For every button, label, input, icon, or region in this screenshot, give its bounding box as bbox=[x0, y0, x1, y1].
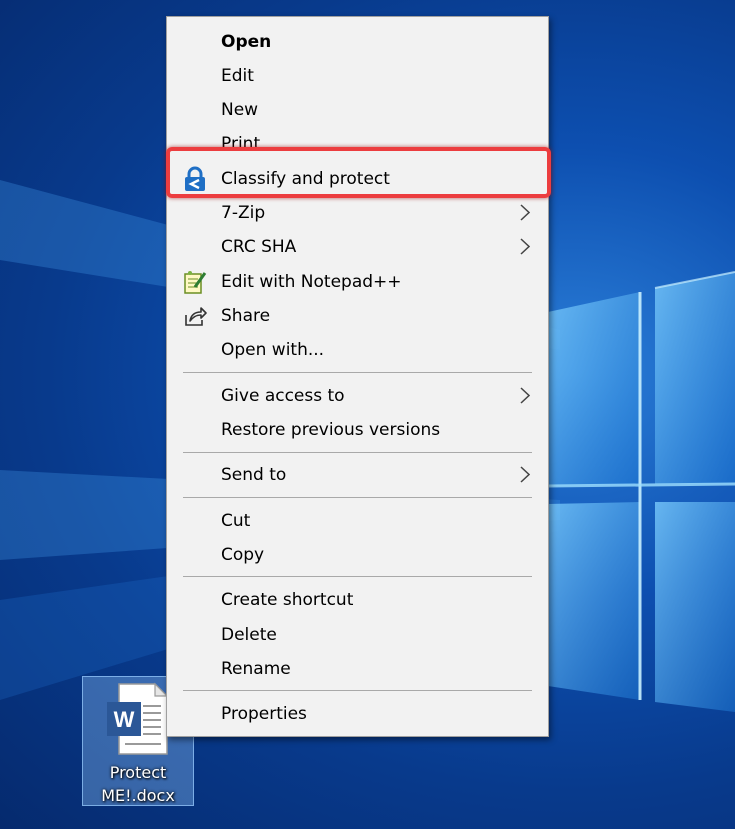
chevron-right-icon bbox=[520, 387, 531, 409]
menu-item-send-to[interactable]: Send to bbox=[169, 458, 546, 490]
menu-item-open[interactable]: Open bbox=[169, 25, 546, 57]
menu-item-label: Open with... bbox=[221, 340, 325, 360]
menu-separator bbox=[183, 372, 532, 373]
menu-item-delete[interactable]: Delete bbox=[169, 618, 546, 650]
highlight-annotation bbox=[166, 147, 551, 198]
menu-item-label: 7-Zip bbox=[221, 203, 266, 223]
menu-item-properties[interactable]: Properties bbox=[169, 697, 546, 729]
menu-item-copy[interactable]: Copy bbox=[169, 538, 546, 570]
menu-item-label: Create shortcut bbox=[221, 590, 354, 610]
menu-item-label: Restore previous versions bbox=[221, 420, 441, 440]
menu-item-cut[interactable]: Cut bbox=[169, 504, 546, 536]
menu-item-label: New bbox=[221, 100, 259, 120]
menu-separator bbox=[183, 576, 532, 577]
menu-item-label: Rename bbox=[221, 659, 291, 679]
menu-separator bbox=[183, 497, 532, 498]
menu-item-label: Send to bbox=[221, 465, 287, 485]
menu-item-label: Properties bbox=[221, 704, 307, 724]
share-icon bbox=[182, 303, 208, 329]
notepad-plus-plus-icon bbox=[182, 269, 208, 295]
context-menu: Open Edit New Print Classify and protect 7-Zi… bbox=[166, 16, 549, 737]
chevron-right-icon bbox=[520, 466, 531, 488]
word-document-icon: W bbox=[107, 682, 169, 755]
menu-item-share[interactable]: Share bbox=[169, 299, 546, 331]
menu-item-restore-previous-versions[interactable]: Restore previous versions bbox=[169, 413, 546, 445]
menu-item-label: Delete bbox=[221, 625, 277, 645]
menu-item-rename[interactable]: Rename bbox=[169, 652, 546, 684]
menu-item-label: Cut bbox=[221, 511, 251, 531]
menu-item-label: Give access to bbox=[221, 386, 345, 406]
menu-item-label: Share bbox=[221, 306, 271, 326]
menu-item-label: Open bbox=[221, 32, 272, 52]
menu-item-give-access-to[interactable]: Give access to bbox=[169, 379, 546, 411]
menu-item-label: Edit with Notepad++ bbox=[221, 272, 402, 292]
menu-item-label: Edit bbox=[221, 66, 254, 86]
menu-item-label: CRC SHA bbox=[221, 237, 297, 257]
menu-separator bbox=[183, 690, 532, 691]
menu-separator bbox=[183, 452, 532, 453]
menu-item-crc-sha[interactable]: CRC SHA bbox=[169, 230, 546, 262]
menu-item-7-zip[interactable]: 7-Zip bbox=[169, 196, 546, 228]
menu-item-new[interactable]: New bbox=[169, 93, 546, 125]
svg-text:W: W bbox=[114, 707, 135, 732]
chevron-right-icon bbox=[520, 204, 531, 226]
file-name-label: Protect ME!.docx bbox=[101, 763, 175, 805]
menu-item-edit[interactable]: Edit bbox=[169, 59, 546, 91]
menu-item-open-with[interactable]: Open with... bbox=[169, 333, 546, 365]
menu-item-edit-with-notepad-plus-plus[interactable]: Edit with Notepad++ bbox=[169, 265, 546, 297]
menu-item-create-shortcut[interactable]: Create shortcut bbox=[169, 583, 546, 615]
chevron-right-icon bbox=[520, 238, 531, 260]
menu-item-label: Copy bbox=[221, 545, 265, 565]
